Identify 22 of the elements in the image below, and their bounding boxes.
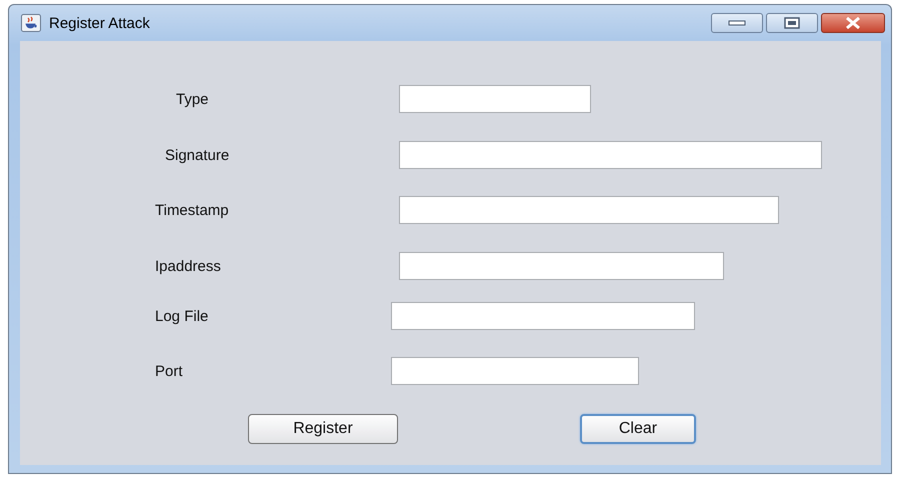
- field-label: Ipaddress: [155, 258, 222, 274]
- field-label: Port: [155, 362, 184, 380]
- field-label: Timestamp: [155, 202, 230, 218]
- coffee-cup-icon: [21, 14, 41, 32]
- input-field[interactable]: [399, 252, 724, 280]
- input-field[interactable]: [391, 302, 695, 330]
- close-button[interactable]: [821, 13, 885, 33]
- field-label: Signature: [165, 146, 230, 164]
- input-field[interactable]: [399, 85, 591, 113]
- input-field[interactable]: [399, 141, 822, 169]
- minimize-button[interactable]: [711, 13, 763, 33]
- input-field[interactable]: [399, 196, 779, 224]
- maximize-button[interactable]: [766, 13, 818, 33]
- maximize-icon: [783, 17, 801, 29]
- minimize-icon: [728, 20, 746, 26]
- form-button[interactable]: Register: [248, 414, 398, 444]
- window-title: Register Attack: [49, 14, 151, 32]
- close-icon: [844, 17, 862, 29]
- input-field[interactable]: [391, 357, 639, 385]
- field-label: Log File: [155, 308, 210, 324]
- form-button[interactable]: Clear: [580, 414, 696, 444]
- field-label: Type: [176, 90, 210, 108]
